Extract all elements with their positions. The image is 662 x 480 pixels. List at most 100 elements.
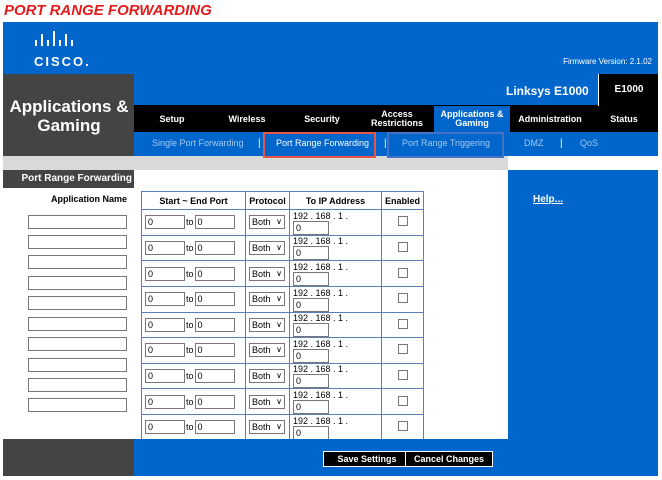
enabled-cell [380, 285, 425, 313]
application-name-input[interactable] [28, 235, 127, 249]
protocol-cell: Both ∨ [245, 234, 290, 262]
help-panel: Help... [508, 156, 658, 439]
end-port-input[interactable]: 0 [194, 215, 235, 230]
start-port-input[interactable]: 0 [145, 394, 185, 409]
application-name-input[interactable] [28, 378, 127, 392]
protocol-cell: Both ∨ [245, 362, 290, 390]
start-port-input[interactable]: 0 [145, 420, 185, 435]
protocol-select[interactable]: Both ∨ [249, 317, 285, 332]
ip-last-octet-input[interactable]: 0 [293, 297, 329, 312]
to-label: to [186, 268, 194, 279]
end-port-input[interactable]: 0 [194, 343, 235, 358]
ip-last-octet-input[interactable]: 0 [293, 425, 329, 440]
protocol-select[interactable]: Both ∨ [249, 343, 285, 358]
protocol-cell: Both ∨ [245, 260, 290, 287]
ip-cell: 192 . 168 . 1 . 0 [289, 362, 382, 390]
tab-security[interactable]: Security [284, 106, 360, 132]
enabled-checkbox[interactable] [397, 318, 408, 329]
protocol-value: Both [252, 396, 271, 407]
protocol-select[interactable]: Both ∨ [249, 292, 285, 307]
subtab-single-port-forwarding[interactable]: Single Port Forwarding [152, 138, 244, 148]
end-port-input[interactable]: 0 [194, 240, 235, 255]
ip-last-octet-input[interactable]: 0 [293, 374, 329, 389]
subtab-dmz[interactable]: DMZ [524, 138, 544, 148]
ip-prefix: 192 . 168 . 1 . [293, 287, 349, 298]
ip-cell: 192 . 168 . 1 . 0 [289, 285, 382, 313]
end-port-input[interactable]: 0 [194, 292, 235, 307]
end-port-input[interactable]: 0 [194, 266, 235, 281]
application-name-input[interactable] [28, 398, 127, 412]
help-link[interactable]: Help... [533, 194, 563, 205]
end-port-input[interactable]: 0 [194, 394, 235, 409]
protocol-select[interactable]: Both ∨ [249, 394, 285, 409]
start-port-input[interactable]: 0 [145, 215, 185, 230]
tab-setup[interactable]: Setup [134, 106, 210, 132]
enabled-checkbox[interactable] [397, 267, 408, 278]
protocol-select[interactable]: Both ∨ [249, 369, 285, 384]
ip-last-octet-input[interactable]: 0 [293, 220, 329, 235]
start-port-input[interactable]: 0 [145, 266, 185, 281]
enabled-checkbox[interactable] [397, 370, 408, 381]
table-row: 0to0Both∨192 . 168 . 1 . 0 [141, 260, 425, 287]
application-name-input[interactable] [28, 358, 127, 372]
enabled-checkbox[interactable] [397, 421, 408, 432]
application-name-input[interactable] [28, 276, 127, 290]
to-label: to [186, 217, 194, 228]
to-label: to [186, 422, 194, 433]
start-port-input[interactable]: 0 [145, 240, 185, 255]
table-body: 0 to 0 Both ∨ 192 . 168 . 1 . 0 0 to 0 Both ∨ 192 .… [141, 209, 425, 467]
enabled-checkbox[interactable] [397, 216, 408, 227]
end-port-input[interactable]: 0 [194, 317, 235, 332]
protocol-value: Both [252, 217, 271, 228]
tab-wireless[interactable]: Wireless [210, 106, 284, 132]
tab-status[interactable]: Status [590, 106, 658, 132]
ip-last-octet-input[interactable]: 0 [293, 348, 329, 363]
chevron-down-icon: ∨ [276, 422, 282, 432]
enabled-checkbox[interactable] [397, 395, 408, 406]
enabled-checkbox[interactable] [397, 241, 408, 252]
protocol-cell: Both ∨ [245, 414, 290, 441]
header-ip-address: To IP Address [289, 191, 382, 210]
left-column: Port Range Forwarding Application Name [3, 156, 134, 439]
save-settings-button[interactable]: Save Settings [323, 451, 411, 467]
enabled-checkbox[interactable] [397, 344, 408, 355]
application-name-input[interactable] [28, 317, 127, 331]
divider-strip [508, 156, 658, 170]
firmware-version: Firmware Version: 2.1.02 [563, 57, 652, 66]
protocol-select[interactable]: Both ∨ [249, 215, 285, 230]
protocol-select[interactable]: Both ∨ [249, 420, 285, 435]
cancel-changes-button[interactable]: Cancel Changes [405, 451, 493, 467]
protocol-value: Both [252, 422, 271, 433]
start-port-input[interactable]: 0 [145, 369, 185, 384]
application-name-input[interactable] [28, 255, 127, 269]
ip-last-octet-input[interactable]: 0 [293, 246, 329, 261]
tab-applications-gaming[interactable]: Applications & Gaming [434, 106, 510, 132]
application-name-input[interactable] [28, 296, 127, 310]
protocol-select[interactable]: Both ∨ [249, 240, 285, 255]
ip-last-octet-input[interactable]: 0 [293, 323, 329, 338]
ip-last-octet-input[interactable]: 0 [293, 400, 329, 414]
port-range-cell: 0to0 [141, 414, 246, 441]
ip-cell: 192 . 168 . 1 . 0 [289, 260, 382, 287]
end-port-input[interactable]: 0 [194, 369, 235, 384]
application-name-input[interactable] [28, 215, 127, 229]
to-label: to [186, 294, 194, 305]
start-port-input[interactable]: 0 [145, 292, 185, 307]
to-label: to [186, 242, 194, 253]
start-port-input[interactable]: 0 [145, 343, 185, 358]
application-name-input[interactable] [28, 337, 127, 351]
ip-cell: 192 . 168 . 1 . 0 [289, 311, 382, 339]
subtab-qos[interactable]: QoS [580, 138, 598, 148]
protocol-select[interactable]: Both ∨ [249, 266, 285, 281]
enabled-checkbox[interactable] [397, 293, 408, 304]
end-port-input[interactable]: 0 [194, 420, 235, 435]
tab-administration[interactable]: Administration [510, 106, 590, 132]
main-content: Start ~ End Port Protocol To IP Address … [134, 156, 508, 467]
start-port-input[interactable]: 0 [145, 317, 185, 332]
ip-prefix: 192 . 168 . 1 . [293, 236, 349, 247]
ip-prefix: 192 . 168 . 1 . [293, 390, 349, 400]
ip-last-octet-input[interactable]: 0 [293, 271, 329, 286]
tab-access-restrictions[interactable]: Access Restrictions [360, 106, 434, 132]
ip-prefix: 192 . 168 . 1 . [293, 210, 349, 221]
application-name-label: Application Name [50, 194, 127, 204]
